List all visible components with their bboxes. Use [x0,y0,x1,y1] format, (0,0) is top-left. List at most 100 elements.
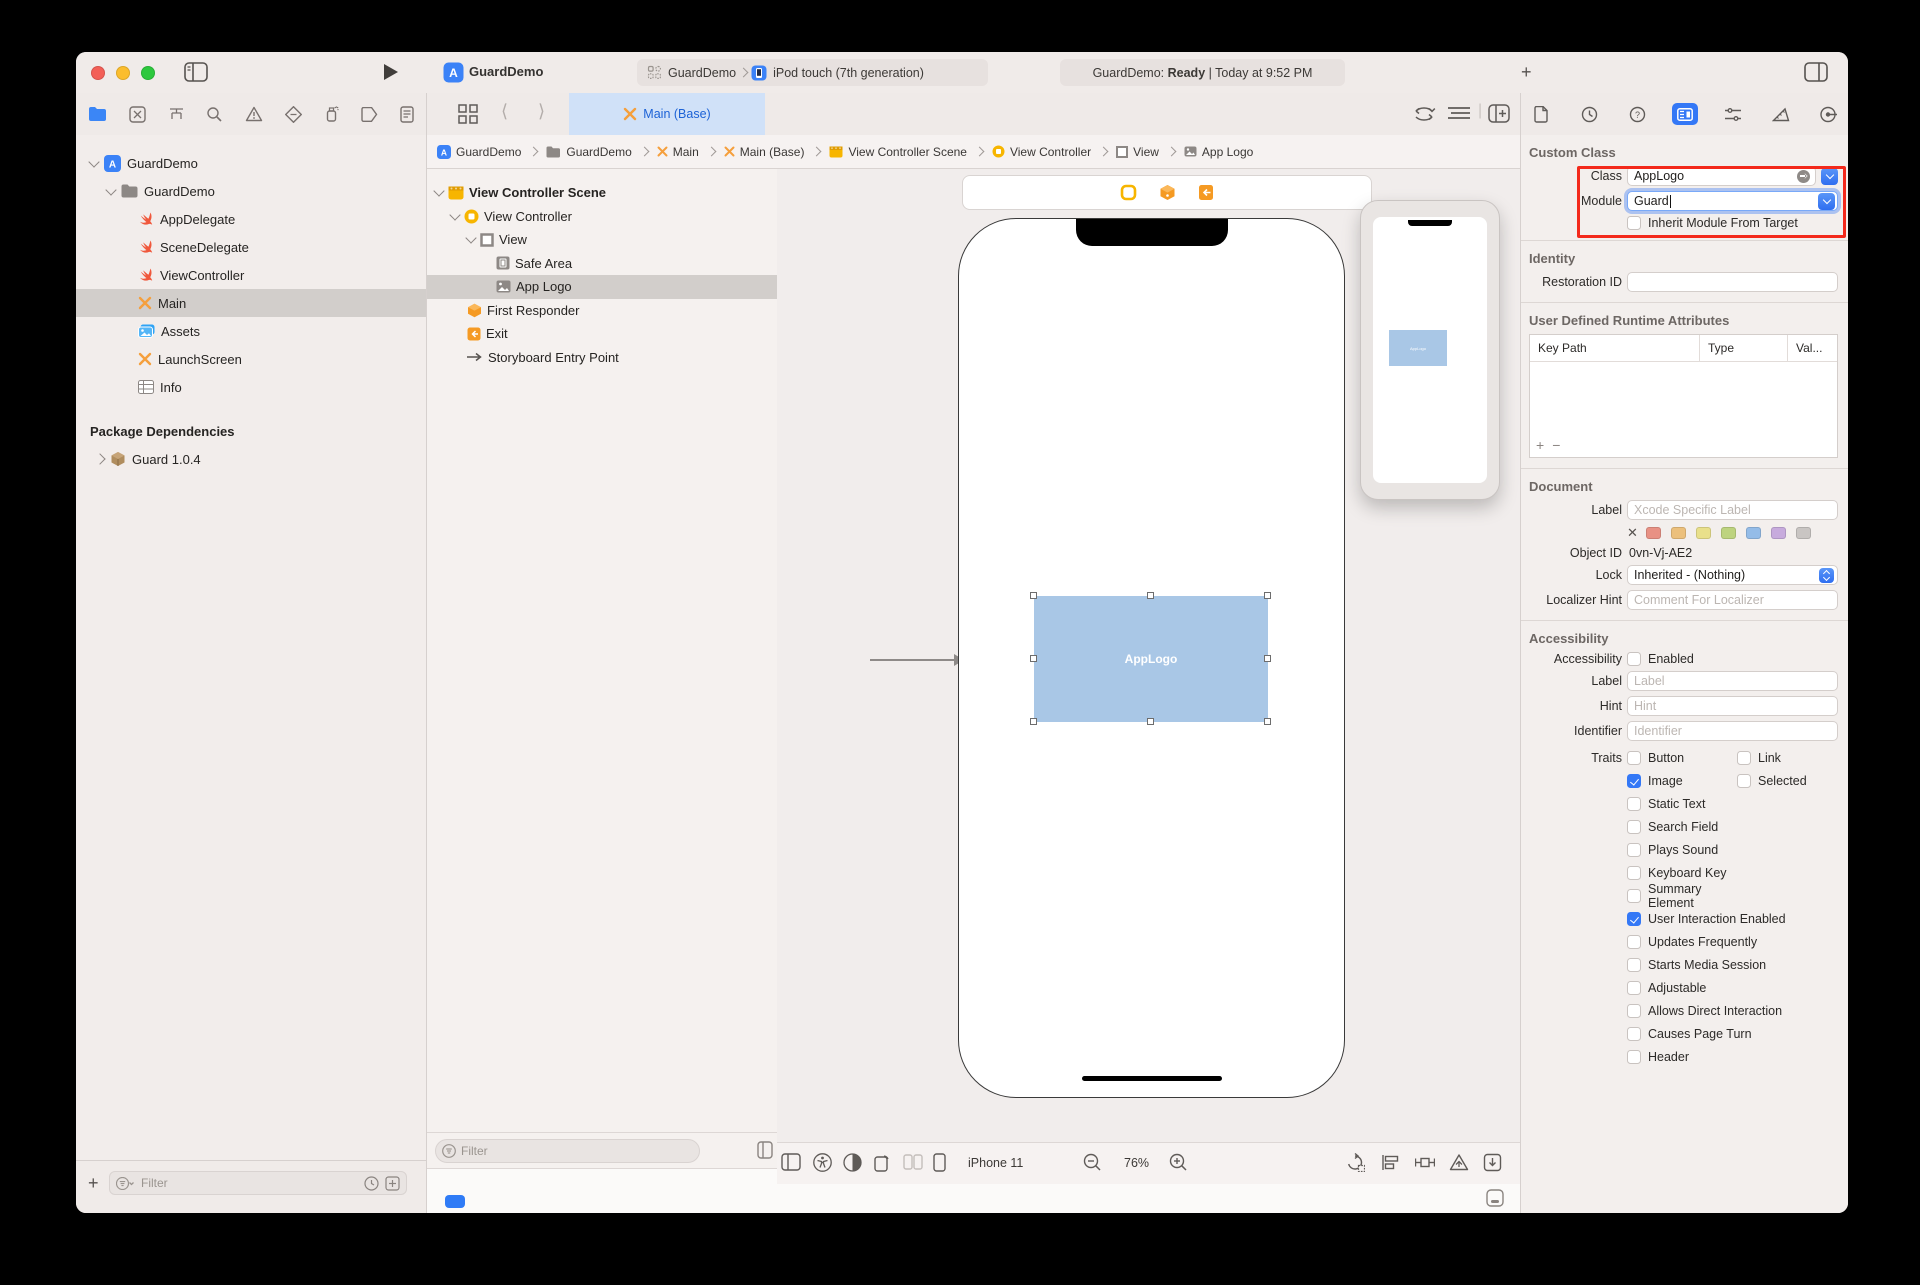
reports-icon[interactable] [400,106,414,123]
clear-color-icon[interactable]: ✕ [1627,525,1638,541]
breadcrumb-item[interactable]: App Logo [1202,145,1253,159]
breadcrumb-item[interactable]: View [1133,145,1159,159]
disclosure-triangle[interactable] [433,186,444,197]
color-swatch-purple[interactable] [1771,527,1786,539]
activity-status[interactable]: GuardDemo: Ready | Today at 9:52 PM [1060,59,1345,86]
trait-header-checkbox[interactable] [1627,1050,1641,1064]
accessibility-identifier-field[interactable]: Identifier [1627,721,1838,741]
toggle-left-sidebar-icon[interactable] [184,62,208,82]
class-dropdown-button[interactable] [1821,168,1838,185]
outline-filter-field[interactable]: Filter [435,1139,700,1163]
trait-selected-checkbox[interactable] [1737,774,1751,788]
outline-item-safearea[interactable]: Safe Area [427,252,777,276]
outline-item-applogo-selected[interactable]: App Logo [427,275,777,299]
trait-adjustable-checkbox[interactable] [1627,981,1641,995]
inherit-module-checkbox[interactable] [1627,216,1641,230]
zoom-button[interactable] [141,66,155,80]
column-value[interactable]: Val... [1788,335,1837,361]
quick-help-icon[interactable]: ? [1624,103,1650,125]
add-attribute-button[interactable]: + [1536,437,1552,453]
color-swatch-gray[interactable] [1796,527,1811,539]
trait-keyboardkey-checkbox[interactable] [1627,866,1641,880]
disclosure-triangle[interactable] [449,209,460,220]
navigator-item-viewcontroller[interactable]: ViewController [76,261,426,289]
restoration-id-field[interactable] [1627,272,1838,292]
align-icon[interactable] [1381,1153,1400,1172]
resize-handle[interactable] [1264,655,1271,662]
accessibility-enabled-checkbox[interactable] [1627,652,1641,666]
update-frames-icon[interactable] [1345,1153,1365,1172]
zoom-level-label[interactable]: 76% [1124,1156,1149,1170]
symbols-icon[interactable] [168,106,185,122]
outline-item-entrypoint[interactable]: Storyboard Entry Point [427,346,777,370]
breadcrumb-item[interactable]: View Controller Scene [848,145,967,159]
scheme-selector[interactable]: GuardDemo iPod touch (7th generation) [637,59,988,86]
disclosure-triangle[interactable] [105,184,116,195]
trait-summaryelement-checkbox[interactable] [1627,889,1641,903]
source-control-icon[interactable] [129,106,146,123]
trait-directinteraction-checkbox[interactable] [1627,1004,1641,1018]
trait-causespageturn-checkbox[interactable] [1627,1027,1641,1041]
resolve-autolayout-icon[interactable] [1449,1153,1469,1172]
column-type[interactable]: Type [1700,335,1788,361]
breadcrumb-item[interactable]: Main [673,145,699,159]
add-constraints-icon[interactable] [1415,1153,1435,1172]
resize-handle[interactable] [1030,655,1037,662]
breadcrumb-item[interactable]: View Controller [1010,145,1091,159]
trait-link-checkbox[interactable] [1737,751,1751,765]
accessibility-label-field[interactable]: Label [1627,671,1838,691]
add-editor-icon[interactable] [1488,104,1510,123]
zoom-in-icon[interactable] [1169,1153,1188,1172]
disclosure-triangle[interactable] [88,156,99,167]
navigator-item-assets[interactable]: Assets [76,317,426,345]
device-bezels-icon[interactable] [1485,1188,1505,1208]
disclosure-triangle[interactable] [94,453,105,464]
navigator-item-group[interactable]: GuardDemo [76,177,426,205]
source-control-status-icon[interactable] [385,1176,400,1191]
outline-item-viewcontroller[interactable]: View Controller [427,205,777,229]
device-name-label[interactable]: iPhone 11 [968,1156,1023,1170]
connections-inspector-icon[interactable] [1816,103,1842,125]
navigator-item-project[interactable]: A GuardDemo [76,149,426,177]
breakpoints-icon[interactable] [360,107,378,122]
navigator-item-package-guard[interactable]: Guard 1.0.4 [76,445,426,473]
breadcrumb-item[interactable]: Main (Base) [740,145,805,159]
debug-icon[interactable] [324,106,339,123]
project-navigator-icon[interactable] [88,106,107,122]
navigator-filter-field[interactable]: Filter [109,1171,407,1195]
color-swatch-green[interactable] [1721,527,1736,539]
toggle-right-sidebar-icon[interactable] [1804,62,1828,82]
color-swatch-orange[interactable] [1671,527,1686,539]
close-button[interactable] [91,66,105,80]
resize-handle[interactable] [1030,592,1037,599]
applogo-view[interactable]: AppLogo [1034,596,1268,722]
zoom-out-icon[interactable] [1083,1153,1102,1172]
lock-popup[interactable]: Inherited - (Nothing) [1627,565,1838,585]
back-button[interactable]: ⟨ [501,101,508,122]
trait-userinteraction-checkbox[interactable] [1627,912,1641,926]
size-inspector-icon[interactable] [1720,103,1746,125]
resize-handle[interactable] [1147,718,1154,725]
trait-playssound-checkbox[interactable] [1627,843,1641,857]
orientation-icon[interactable] [873,1153,890,1172]
file-inspector-icon[interactable] [1528,103,1554,125]
document-label-field[interactable]: Xcode Specific Label [1627,500,1838,520]
editor-grid-icon[interactable] [457,103,479,125]
outline-item-firstresponder[interactable]: First Responder [427,299,777,323]
popup-stepper-icon[interactable] [1819,568,1834,583]
storyboard-canvas[interactable]: AppLogo AppLogo [777,169,1520,1142]
navigator-item-info[interactable]: Info [76,373,426,401]
trait-statictext-checkbox[interactable] [1627,797,1641,811]
column-keypath[interactable]: Key Path [1530,335,1700,361]
ruler-icon[interactable] [1768,103,1794,125]
hide-outline-icon[interactable] [757,1141,773,1159]
disclosure-triangle[interactable] [465,233,476,244]
runtime-attributes-table[interactable]: Key Path Type Val... +− [1529,334,1838,458]
history-inspector-icon[interactable] [1576,103,1602,125]
swap-editor-icon[interactable] [1412,105,1436,123]
navigator-item-scenedelegate[interactable]: SceneDelegate [76,233,426,261]
trait-startsmedia-checkbox[interactable] [1627,958,1641,972]
trait-updatesfrequently-checkbox[interactable] [1627,935,1641,949]
outline-item-view[interactable]: View [427,228,777,252]
minimize-button[interactable] [116,66,130,80]
